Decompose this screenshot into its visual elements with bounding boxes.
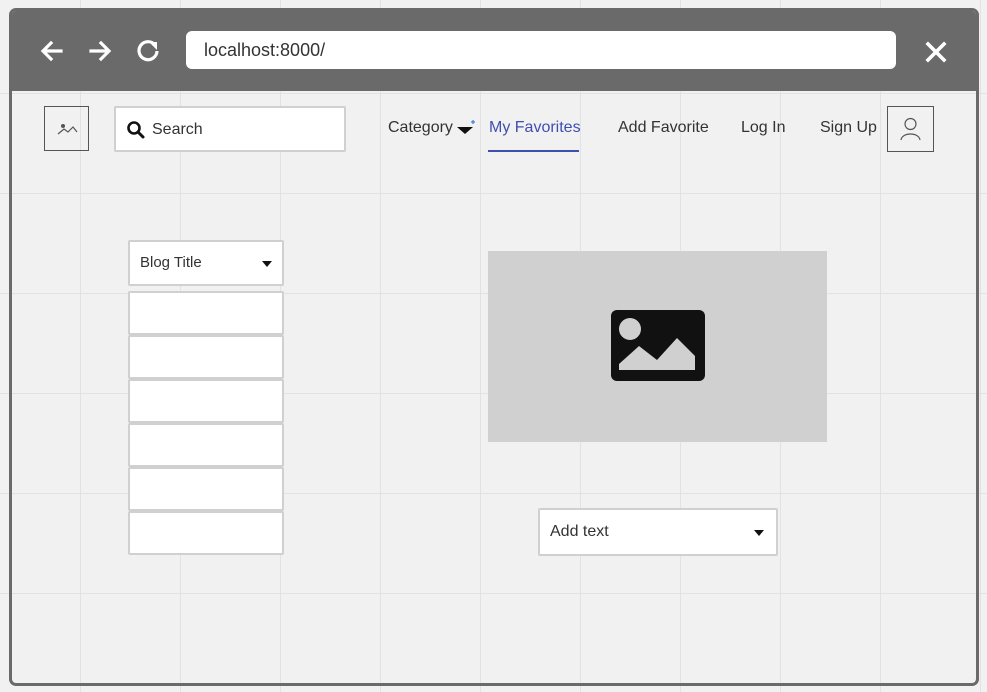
list-item[interactable]	[128, 335, 284, 379]
user-icon	[900, 117, 921, 141]
blog-list	[128, 291, 284, 555]
nav-log-in[interactable]: Log In	[741, 119, 785, 137]
list-item[interactable]	[128, 423, 284, 467]
address-bar[interactable]: localhost:8000/	[186, 31, 896, 69]
avatar[interactable]	[887, 106, 934, 152]
list-item[interactable]	[128, 511, 284, 555]
nav-category[interactable]: Category	[388, 119, 453, 137]
image-icon	[611, 310, 705, 381]
back-button[interactable]	[37, 36, 67, 66]
image-placeholder	[488, 251, 827, 442]
active-tab-indicator	[488, 150, 579, 152]
search-box[interactable]	[114, 106, 346, 152]
blog-title-select-label: Blog Title	[140, 254, 202, 271]
chevron-down-icon	[754, 530, 764, 536]
forward-button[interactable]	[85, 36, 115, 66]
browser-toolbar: localhost:8000/	[12, 11, 976, 91]
chevron-down-icon[interactable]	[455, 119, 477, 139]
list-item[interactable]	[128, 291, 284, 335]
browser-window: localhost:8000/ Category My Favorit	[9, 8, 979, 686]
page-content: Category My Favorites Add Favorite Log I…	[12, 91, 976, 683]
chevron-down-icon	[262, 261, 272, 267]
blog-title-select[interactable]: Blog Title	[128, 240, 284, 286]
close-button[interactable]	[921, 37, 951, 67]
arrow-right-icon	[89, 40, 112, 62]
close-icon	[925, 41, 947, 63]
nav-add-favorite[interactable]: Add Favorite	[618, 119, 709, 137]
reload-icon	[137, 40, 159, 62]
search-icon	[127, 121, 145, 139]
arrow-left-icon	[40, 40, 63, 62]
reload-button[interactable]	[133, 36, 163, 66]
add-text-select-label: Add text	[550, 523, 609, 540]
nav-sign-up[interactable]: Sign Up	[820, 119, 877, 137]
list-item[interactable]	[128, 379, 284, 423]
list-item[interactable]	[128, 467, 284, 511]
search-input[interactable]	[150, 116, 339, 144]
add-text-select[interactable]: Add text	[538, 508, 778, 556]
image-icon	[57, 124, 78, 135]
nav-my-favorites[interactable]: My Favorites	[489, 119, 581, 137]
site-logo[interactable]	[44, 106, 89, 151]
